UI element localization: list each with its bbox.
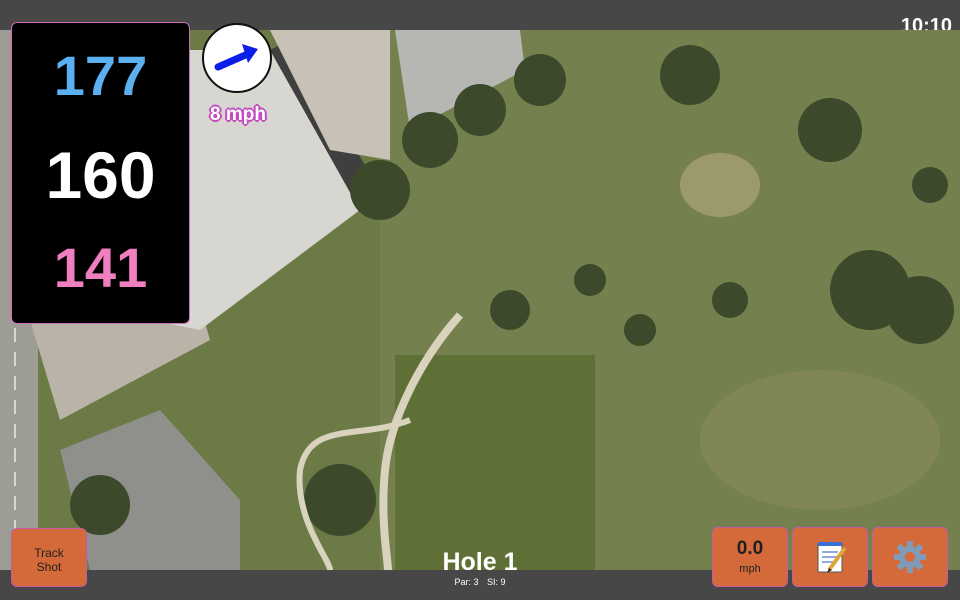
settings-button[interactable] (872, 527, 948, 587)
middle-distance: 160 (45, 138, 156, 212)
front-distance: 141 (53, 236, 148, 299)
hole-si: SI: 9 (487, 577, 506, 587)
gear-icon (894, 541, 926, 573)
wind-speed-value: 0.0 (736, 538, 764, 559)
notepad-icon (817, 542, 847, 573)
wind-speed-unit: mph (739, 563, 761, 575)
track-shot-button[interactable]: Track Shot (11, 528, 87, 587)
notes-button[interactable] (792, 527, 868, 587)
hole-par: Par: 3 (454, 577, 479, 587)
wind-speed-label: 8 mph (210, 104, 266, 125)
hole-info: Par: 3 SI: 9 (380, 577, 580, 587)
track-shot-label-line1: Track (34, 546, 64, 560)
arrow-right-icon (214, 44, 258, 71)
track-shot-label-line2: Shot (36, 560, 62, 574)
hole-title: Hole 1 (442, 548, 518, 576)
wind-speed-button[interactable]: 0.0 mph (712, 527, 788, 587)
back-distance: 177 (53, 44, 148, 107)
wind-direction-indicator (202, 23, 272, 93)
distance-panel: 177 160 141 (11, 22, 190, 324)
